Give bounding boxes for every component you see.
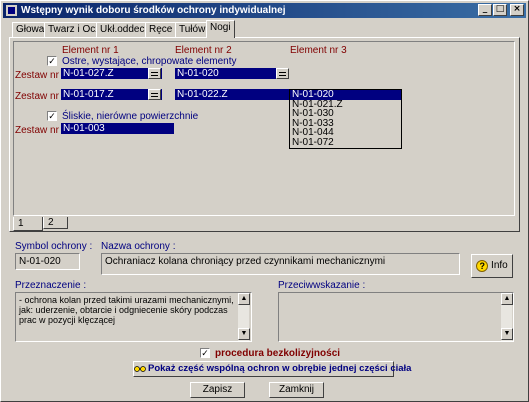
app-icon — [6, 5, 17, 16]
procedura-checkbox[interactable]: ✓ — [200, 348, 210, 358]
combo-value: N-01-022.Z — [177, 89, 228, 100]
group2-label: Śliskie, nierówne powierzchnie — [62, 111, 199, 122]
tab-label: Nogi — [210, 22, 231, 33]
group1-row1-el2-spin[interactable] — [276, 68, 289, 79]
show-common-label: Pokaż część wspólną ochron w obrębie jed… — [148, 363, 412, 374]
scroll-up-arrow-icon[interactable]: ▲ — [238, 293, 250, 305]
close-window-button[interactable]: Zamknij — [269, 382, 324, 398]
tab-glowa[interactable]: Głowa — [12, 22, 49, 37]
przeznaczenie-label: Przeznaczenie : — [15, 280, 87, 291]
column-header-element-2: Element nr 2 — [175, 45, 232, 56]
group1-row1-label: Zestaw nr 1 — [15, 70, 68, 81]
przeciwwskazanie-scrollbar[interactable]: ▲ ▼ — [500, 293, 513, 341]
tab-label: Ręce — [149, 24, 173, 35]
tab-nogi[interactable]: Nogi — [206, 20, 235, 38]
page-tab-label: 1 — [18, 218, 24, 229]
page-tab-1[interactable]: 1 — [13, 217, 43, 231]
save-button[interactable]: Zapisz — [190, 382, 245, 398]
nazwa-label: Nazwa ochrony : — [101, 241, 176, 252]
info-button[interactable]: ? Info — [471, 254, 513, 278]
group1-row1-el2-combo[interactable]: N-01-020 — [175, 68, 289, 79]
scroll-up-arrow-icon[interactable]: ▲ — [501, 293, 513, 305]
main-window: Wstępny wynik doboru środków ochrony ind… — [0, 0, 529, 402]
group1-row2-el1-spin[interactable] — [148, 89, 161, 100]
nazwa-field[interactable]: Ochraniacz kolana chroniący przed czynni… — [101, 253, 460, 275]
scroll-down-arrow-icon[interactable]: ▼ — [501, 328, 513, 340]
tab-rece[interactable]: Ręce — [145, 22, 177, 37]
procedura-label: procedura bezkolizyjności — [215, 348, 341, 359]
glasses-icon — [134, 364, 146, 374]
group1-row1-el1-combo[interactable]: N-01-027.Z — [61, 68, 162, 79]
page-tab-label: 2 — [48, 217, 54, 228]
window-title: Wstępny wynik doboru środków ochrony ind… — [21, 5, 286, 16]
column-header-element-1: Element nr 1 — [62, 45, 119, 56]
przeznaczenie-value: - ochrona kolan przed takimi urazami mec… — [19, 295, 234, 325]
group2-row1-label: Zestaw nr 1 — [15, 125, 68, 136]
combo-value: N-01-027.Z — [63, 68, 114, 79]
combo-value: N-01-003 — [63, 123, 105, 134]
group1-label: Ostre, wystające, chropowate elementy — [62, 56, 237, 67]
group1-row2-label: Zestaw nr 2 — [15, 91, 68, 102]
przeciwwskazanie-label: Przeciwwskazanie : — [278, 280, 366, 291]
title-bar[interactable]: Wstępny wynik doboru środków ochrony ind… — [3, 3, 526, 18]
group2-checkbox[interactable]: ✓ — [47, 111, 57, 121]
przeciwwskazanie-field[interactable] — [278, 292, 514, 342]
show-common-button[interactable]: Pokaż część wspólną ochron w obrębie jed… — [133, 361, 411, 377]
minimize-icon: _ — [482, 4, 488, 14]
symbol-field[interactable]: N-01-020 — [15, 253, 80, 270]
list-item[interactable]: N-01-072 — [290, 137, 401, 148]
close-button[interactable]: × — [510, 4, 524, 16]
group2-row1-el1-combo[interactable]: N-01-003 — [61, 123, 174, 134]
combo-value: N-01-020 — [177, 68, 219, 79]
close-icon: × — [513, 4, 521, 14]
tab-label: Głowa — [16, 24, 45, 35]
symbol-value: N-01-020 — [19, 256, 61, 267]
tab-label: Tułów — [179, 24, 206, 35]
column-header-element-3: Element nr 3 — [290, 45, 347, 56]
minimize-button[interactable]: _ — [478, 4, 492, 16]
symbol-label: Symbol ochrony : — [15, 241, 93, 252]
group1-row2-el2-combo[interactable]: N-01-022.Z — [175, 89, 289, 100]
przeznaczenie-field[interactable]: - ochrona kolan przed takimi urazami mec… — [15, 292, 252, 342]
element3-dropdown-list[interactable]: N-01-020 N-01-021.Z N-01-030 N-01-033 N-… — [289, 89, 402, 149]
nazwa-value: Ochraniacz kolana chroniący przed czynni… — [105, 256, 386, 267]
tab-tulow[interactable]: Tułów — [175, 22, 210, 37]
scroll-down-arrow-icon[interactable]: ▼ — [238, 328, 250, 340]
przeznaczenie-scrollbar[interactable]: ▲ ▼ — [237, 293, 250, 341]
combo-value: N-01-017.Z — [63, 89, 114, 100]
info-label: Info — [491, 260, 508, 271]
page-tab-2[interactable]: 2 — [43, 217, 68, 229]
question-icon: ? — [476, 260, 489, 272]
group1-row1-el1-spin[interactable] — [148, 68, 161, 79]
maximize-button[interactable]: □ — [493, 4, 507, 16]
group1-checkbox[interactable]: ✓ — [47, 56, 57, 66]
group1-row2-el1-combo[interactable]: N-01-017.Z — [61, 89, 162, 100]
maximize-icon: □ — [495, 4, 505, 14]
